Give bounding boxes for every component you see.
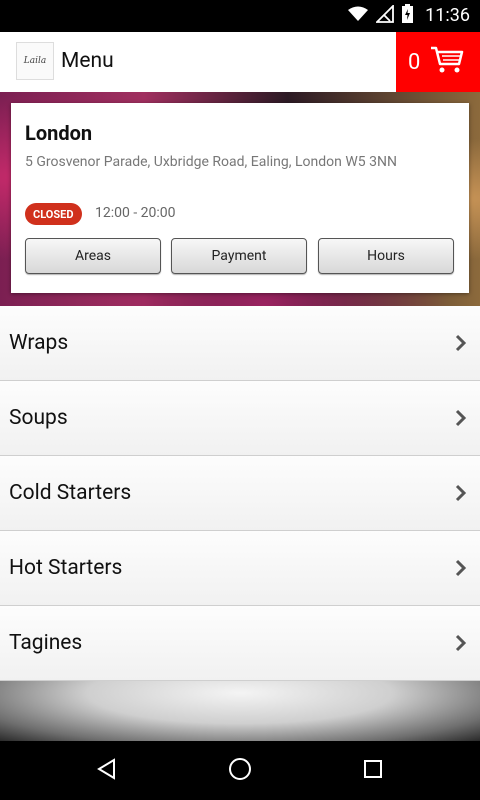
opening-hours: 12:00 - 20:00 bbox=[95, 205, 176, 221]
menu-item-label: Soups bbox=[9, 406, 68, 430]
menu-category-list: Wraps Soups Cold Starters Hot Starters T… bbox=[0, 306, 480, 681]
menu-item-label: Cold Starters bbox=[9, 481, 132, 505]
food-background-image bbox=[0, 681, 480, 741]
back-button[interactable] bbox=[87, 751, 127, 791]
status-icons: 11:36 bbox=[348, 3, 470, 27]
menu-item-wraps[interactable]: Wraps bbox=[0, 306, 480, 381]
app-bar: Laila Menu 0 bbox=[0, 32, 480, 92]
no-signal-icon bbox=[374, 3, 395, 27]
location-card: London 5 Grosvenor Parade, Uxbridge Road… bbox=[11, 103, 469, 293]
chevron-right-icon bbox=[451, 333, 471, 353]
cart-count: 0 bbox=[408, 49, 421, 75]
menu-item-label: Hot Starters bbox=[9, 556, 123, 580]
home-button[interactable] bbox=[220, 751, 260, 791]
cart-button[interactable]: 0 bbox=[396, 32, 480, 92]
wifi-icon bbox=[348, 6, 369, 26]
menu-item-hot-starters[interactable]: Hot Starters bbox=[0, 531, 480, 606]
page-title: Menu bbox=[61, 49, 114, 73]
home-circle-icon bbox=[228, 757, 252, 785]
hours-button[interactable]: Hours bbox=[318, 238, 454, 274]
menu-item-label: Wraps bbox=[9, 331, 69, 355]
menu-item-cold-starters[interactable]: Cold Starters bbox=[0, 456, 480, 531]
menu-item-label: Tagines bbox=[9, 631, 83, 655]
recents-button[interactable] bbox=[353, 751, 393, 791]
chevron-right-icon bbox=[451, 408, 471, 428]
location-address: 5 Grosvenor Parade, Uxbridge Road, Ealin… bbox=[25, 154, 397, 170]
payment-button[interactable]: Payment bbox=[171, 238, 307, 274]
restaurant-logo[interactable]: Laila bbox=[16, 42, 54, 80]
recents-square-icon bbox=[363, 759, 383, 783]
chevron-right-icon bbox=[451, 633, 471, 653]
status-badge: CLOSED bbox=[25, 203, 82, 225]
battery-charging-icon bbox=[402, 4, 414, 27]
menu-item-soups[interactable]: Soups bbox=[0, 381, 480, 456]
chevron-right-icon bbox=[451, 483, 471, 503]
shopping-cart-icon bbox=[430, 46, 464, 78]
system-navigation-bar bbox=[0, 741, 480, 800]
menu-item-tagines[interactable]: Tagines bbox=[0, 606, 480, 681]
back-triangle-icon bbox=[96, 757, 118, 784]
location-city: London bbox=[25, 121, 93, 145]
logo-text: Laila bbox=[23, 56, 47, 66]
status-bar: 11:36 bbox=[0, 0, 480, 32]
status-time: 11:36 bbox=[425, 5, 470, 26]
areas-button[interactable]: Areas bbox=[25, 238, 161, 274]
chevron-right-icon bbox=[451, 558, 471, 578]
